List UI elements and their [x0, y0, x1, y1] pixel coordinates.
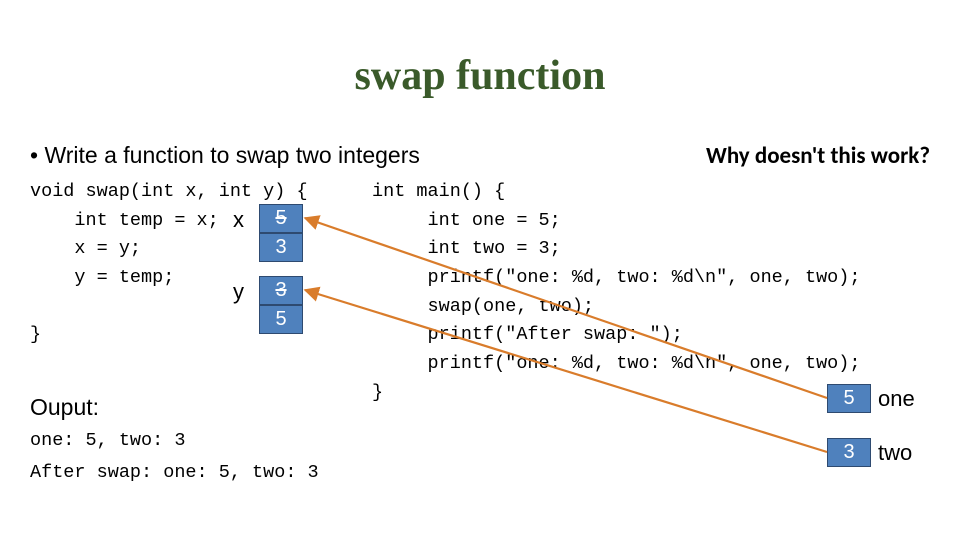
- box-y-new: 5: [259, 305, 303, 334]
- slide-title: swap function: [0, 52, 960, 100]
- output-line-2: After swap: one: 5, two: 3: [30, 462, 319, 483]
- box-x-new: 3: [259, 233, 303, 262]
- box-x-old: 5: [259, 204, 303, 233]
- output-line-1: one: 5, two: 3: [30, 430, 185, 451]
- box-one: 5: [827, 384, 871, 413]
- label-one: one: [878, 386, 915, 412]
- box-two: 3: [827, 438, 871, 467]
- box-y-old: 3: [259, 276, 303, 305]
- output-heading: Ouput:: [30, 394, 99, 421]
- bullet-text: • Write a function to swap two integers: [30, 142, 420, 169]
- label-x: x: [233, 207, 244, 233]
- label-y: y: [233, 279, 244, 305]
- code-main-function: int main() { int one = 5; int two = 3; p…: [372, 178, 860, 407]
- why-question: Why doesn't this work?: [706, 142, 930, 170]
- label-two: two: [878, 440, 912, 466]
